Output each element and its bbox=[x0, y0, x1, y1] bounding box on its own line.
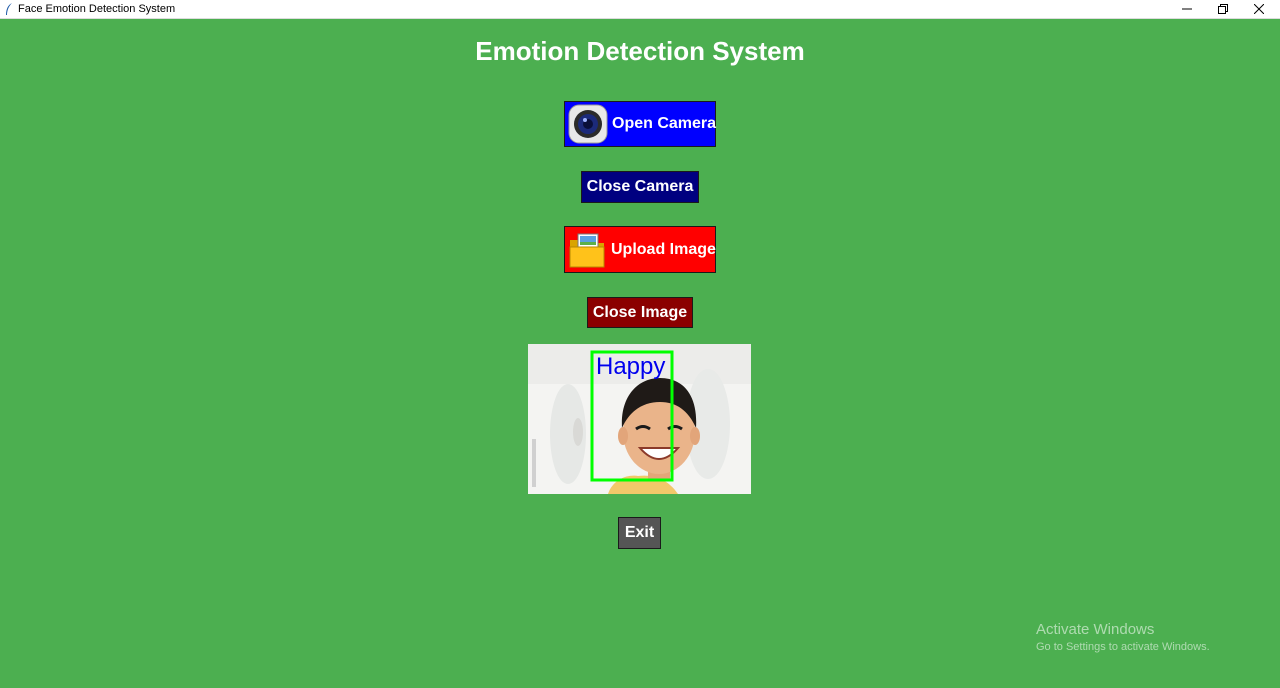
exit-label: Exit bbox=[624, 524, 655, 541]
page-title: Emotion Detection System bbox=[475, 36, 805, 66]
feather-icon bbox=[6, 3, 12, 15]
close-window-button[interactable] bbox=[1241, 0, 1277, 18]
maximize-icon bbox=[1218, 4, 1228, 14]
upload-image-button[interactable]: Upload Image bbox=[564, 226, 716, 273]
close-image-button[interactable]: Close Image bbox=[587, 297, 693, 328]
upload-image-label: Upload Image bbox=[611, 240, 716, 258]
watermark-line1: Activate Windows bbox=[1036, 621, 1155, 638]
open-camera-button[interactable]: Open Camera bbox=[564, 101, 716, 147]
close-icon bbox=[1254, 4, 1264, 14]
close-camera-button[interactable]: Close Camera bbox=[581, 171, 699, 203]
close-camera-label: Close Camera bbox=[586, 178, 694, 195]
maximize-button[interactable] bbox=[1205, 0, 1241, 18]
activate-windows-watermark: Activate Windows Go to Settings to activ… bbox=[1036, 621, 1210, 653]
image-preview: Happy bbox=[528, 344, 751, 494]
close-image-label: Close Image bbox=[592, 303, 688, 321]
exit-button[interactable]: Exit bbox=[618, 517, 661, 549]
minimize-button[interactable] bbox=[1169, 0, 1205, 18]
emotion-label: Happy bbox=[596, 353, 666, 380]
minimize-icon bbox=[1182, 8, 1192, 10]
window-title: Face Emotion Detection System bbox=[18, 3, 176, 15]
window-titlebar: Face Emotion Detection System bbox=[0, 0, 1280, 19]
camera-icon bbox=[568, 104, 608, 144]
watermark-line2: Go to Settings to activate Windows. bbox=[1036, 641, 1210, 653]
folder-image-icon bbox=[569, 233, 605, 267]
open-camera-label: Open Camera bbox=[612, 115, 717, 132]
